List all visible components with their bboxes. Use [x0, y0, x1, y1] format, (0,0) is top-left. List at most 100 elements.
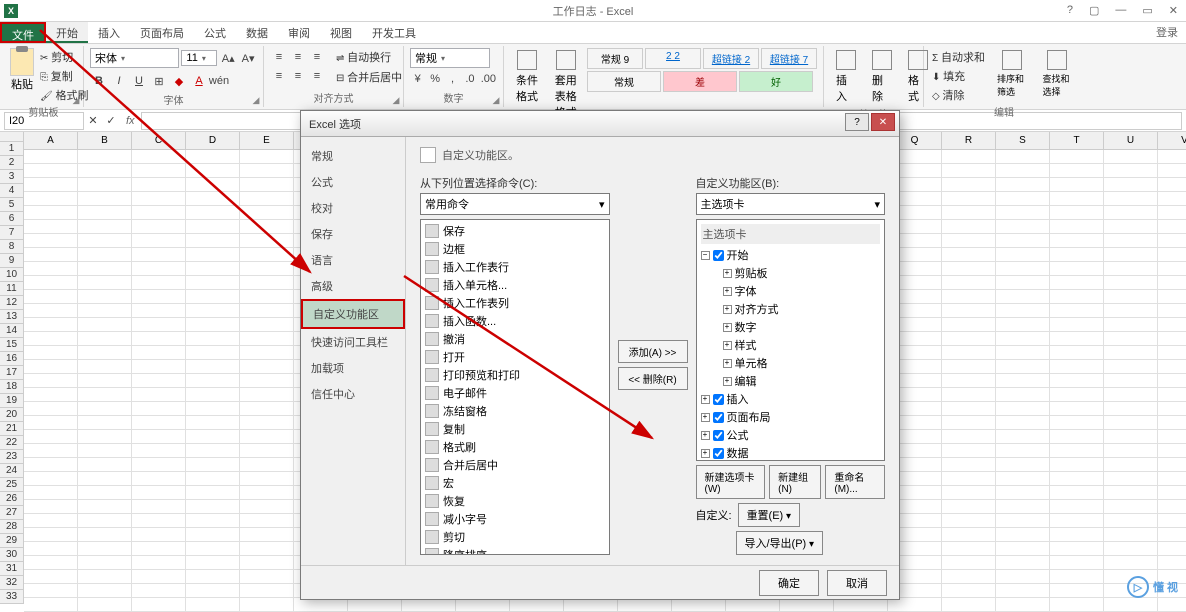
cell[interactable] [24, 304, 78, 318]
command-list-item[interactable]: 打印预览和打印 [423, 366, 607, 384]
cell[interactable] [186, 248, 240, 262]
cell[interactable] [294, 598, 348, 612]
cell[interactable] [942, 346, 996, 360]
cell[interactable] [672, 598, 726, 612]
cell[interactable] [186, 430, 240, 444]
cell[interactable] [996, 416, 1050, 430]
cell[interactable] [996, 598, 1050, 612]
cell[interactable] [132, 500, 186, 514]
cell[interactable] [240, 472, 294, 486]
cell[interactable] [1050, 276, 1104, 290]
copy-button[interactable]: ⎘ 复制 [38, 67, 90, 85]
cell[interactable] [1158, 248, 1186, 262]
cell[interactable] [24, 556, 78, 570]
cell[interactable] [942, 318, 996, 332]
options-nav-item[interactable]: 校对 [301, 195, 405, 221]
cell[interactable] [942, 290, 996, 304]
cell[interactable] [402, 598, 456, 612]
row-header[interactable]: 19 [0, 394, 24, 408]
ribbon-scope-select[interactable]: 主选项卡▾ [696, 193, 886, 215]
cell[interactable] [942, 164, 996, 178]
cell[interactable] [1158, 542, 1186, 556]
cell[interactable] [1050, 318, 1104, 332]
tree-subitem[interactable]: +字体 [723, 282, 881, 300]
cell[interactable] [78, 332, 132, 346]
cell[interactable] [78, 416, 132, 430]
row-header[interactable]: 23 [0, 450, 24, 464]
cell[interactable] [132, 528, 186, 542]
cell[interactable] [132, 332, 186, 346]
cell[interactable] [996, 248, 1050, 262]
cell[interactable] [1050, 528, 1104, 542]
row-header[interactable]: 17 [0, 366, 24, 380]
cell[interactable] [1104, 374, 1158, 388]
cell[interactable] [24, 332, 78, 346]
ok-button[interactable]: 确定 [759, 570, 819, 596]
cell[interactable] [1050, 458, 1104, 472]
cell[interactable] [24, 220, 78, 234]
cell[interactable] [240, 500, 294, 514]
row-header[interactable]: 33 [0, 590, 24, 604]
cell[interactable] [1050, 360, 1104, 374]
command-list-item[interactable]: 撤消 [423, 330, 607, 348]
cell[interactable] [132, 542, 186, 556]
cell[interactable] [1050, 570, 1104, 584]
expand-icon[interactable]: + [723, 377, 732, 386]
cell[interactable] [78, 206, 132, 220]
options-nav-item[interactable]: 保存 [301, 221, 405, 247]
cell[interactable] [1158, 276, 1186, 290]
command-list-item[interactable]: 保存 [423, 222, 607, 240]
options-nav-item[interactable]: 快速访问工具栏 [301, 329, 405, 355]
cell[interactable] [24, 458, 78, 472]
cell[interactable] [1158, 500, 1186, 514]
tab-developer[interactable]: 开发工具 [362, 22, 426, 43]
cell[interactable] [1050, 304, 1104, 318]
row-header[interactable]: 21 [0, 422, 24, 436]
cell[interactable] [1104, 458, 1158, 472]
cell[interactable] [24, 598, 78, 612]
tab-formulas[interactable]: 公式 [194, 22, 236, 43]
currency-icon[interactable]: ¥ [410, 70, 425, 88]
cell[interactable] [186, 500, 240, 514]
cell[interactable] [240, 276, 294, 290]
cell[interactable] [132, 290, 186, 304]
cell[interactable] [186, 220, 240, 234]
cell[interactable] [78, 584, 132, 598]
cell-style[interactable]: 超链接 2 [703, 48, 759, 69]
cell[interactable] [1158, 556, 1186, 570]
import-export-button[interactable]: 导入/导出(P) ▾ [736, 531, 824, 555]
cell[interactable] [78, 234, 132, 248]
cell[interactable] [996, 472, 1050, 486]
add-button[interactable]: 添加(A) >> [618, 340, 688, 363]
cell[interactable] [186, 514, 240, 528]
tree-item-formula[interactable]: +公式 [701, 426, 881, 444]
cell[interactable] [1050, 346, 1104, 360]
cell[interactable] [996, 500, 1050, 514]
cell[interactable] [78, 500, 132, 514]
row-header[interactable]: 14 [0, 324, 24, 338]
cell[interactable] [132, 248, 186, 262]
cell[interactable] [240, 598, 294, 612]
dialog-titlebar[interactable]: Excel 选项 ? ✕ [301, 111, 899, 137]
tree-item-data[interactable]: +数据 [701, 444, 881, 461]
cell[interactable] [1104, 332, 1158, 346]
cell[interactable] [78, 556, 132, 570]
row-header[interactable]: 30 [0, 548, 24, 562]
align-bottom-icon[interactable]: ≡ [308, 48, 326, 66]
tab-page-layout[interactable]: 页面布局 [130, 22, 194, 43]
row-header[interactable]: 20 [0, 408, 24, 422]
cell[interactable] [24, 374, 78, 388]
cell[interactable] [186, 486, 240, 500]
tree-item-home[interactable]: −开始 [701, 246, 881, 264]
cell[interactable] [1158, 598, 1186, 612]
cell[interactable] [996, 402, 1050, 416]
cell[interactable] [78, 164, 132, 178]
minimize-icon[interactable]: — [1111, 4, 1130, 17]
cell[interactable] [942, 374, 996, 388]
cell[interactable] [132, 192, 186, 206]
cell[interactable] [1104, 290, 1158, 304]
cell[interactable] [78, 458, 132, 472]
cell[interactable] [1158, 192, 1186, 206]
row-header[interactable]: 7 [0, 226, 24, 240]
cell[interactable] [24, 234, 78, 248]
